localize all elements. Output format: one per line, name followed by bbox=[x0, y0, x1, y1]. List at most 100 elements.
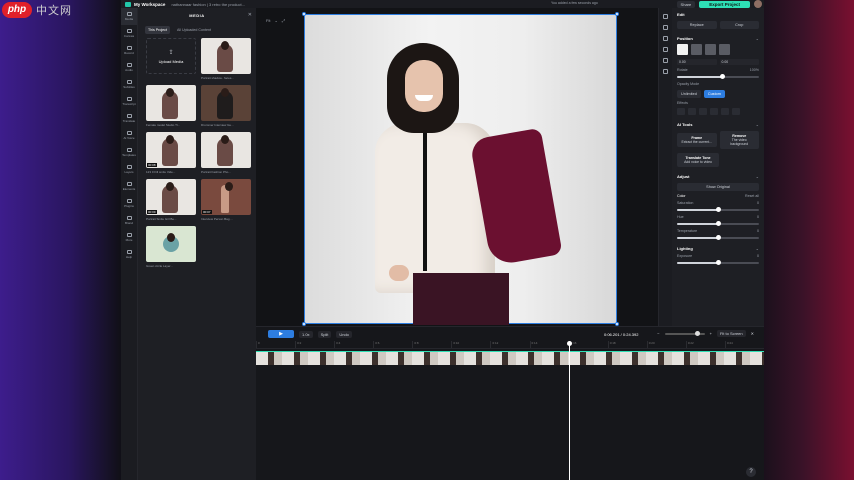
media-item[interactable]: Green circle Layer... bbox=[146, 226, 196, 270]
x-position-field[interactable]: 0.00 bbox=[677, 59, 717, 65]
upload-media-tile[interactable]: ⇪ Upload Media bbox=[146, 38, 196, 82]
rail-item-transcript[interactable]: Transcript bbox=[121, 93, 137, 110]
video-track[interactable] bbox=[256, 351, 764, 365]
rail-item-translate[interactable]: Translate bbox=[121, 110, 137, 127]
tab-this-project[interactable]: This Project bbox=[145, 26, 170, 34]
playhead[interactable] bbox=[567, 341, 572, 480]
media-thumbnail[interactable] bbox=[201, 38, 251, 74]
rail-item-audio[interactable]: Audio bbox=[121, 59, 137, 76]
mode-custom[interactable]: Custom bbox=[703, 90, 725, 98]
fit-to-screen-button[interactable]: Fit to Screen bbox=[716, 330, 746, 337]
media-thumbnail[interactable] bbox=[201, 132, 251, 168]
share-button[interactable]: Share bbox=[676, 0, 696, 8]
rail-item-ai-voice[interactable]: AI Voice bbox=[121, 127, 137, 144]
position-preset-full[interactable] bbox=[677, 44, 688, 55]
media-thumbnail[interactable] bbox=[201, 85, 251, 121]
rail-item-brand[interactable]: Brand bbox=[121, 212, 137, 229]
position-preset-portrait[interactable] bbox=[705, 44, 716, 55]
rotate-slider[interactable] bbox=[677, 74, 759, 79]
rail-item-label: More bbox=[125, 238, 133, 242]
video-canvas[interactable] bbox=[302, 12, 619, 326]
effect-icon[interactable] bbox=[699, 108, 707, 115]
expand-icon[interactable]: ⤢ bbox=[282, 18, 285, 23]
media-item[interactable]: Portrait shadow.. faces... bbox=[201, 38, 251, 82]
lighting-section[interactable]: Lighting ⌄ bbox=[677, 246, 759, 251]
templates-icon bbox=[126, 148, 132, 152]
export-button[interactable]: Export Project bbox=[699, 0, 750, 8]
media-item[interactable]: 00:07 Interview Person Bag ... bbox=[201, 179, 251, 223]
position-preset-tall[interactable] bbox=[719, 44, 730, 55]
audio-icon[interactable] bbox=[663, 69, 668, 74]
time-ruler[interactable]: 0 0:2 0:4 0:6 0:8 0:10 0:12 0:14 0:16 0:18 0:20 0:2… bbox=[256, 341, 764, 349]
show-original-button[interactable]: Show Original bbox=[677, 183, 759, 191]
effect-icon[interactable] bbox=[677, 108, 685, 115]
saturation-slider[interactable] bbox=[677, 207, 759, 212]
media-thumbnail[interactable]: 00:08 bbox=[146, 132, 196, 168]
play-button[interactable]: ▶ bbox=[268, 330, 294, 338]
project-name[interactable]: nathannaar fashion | 3 retro the product… bbox=[171, 2, 245, 7]
adjust-section[interactable]: Adjust ⌄ bbox=[677, 174, 759, 179]
rail-item-record[interactable]: Record bbox=[121, 42, 137, 59]
resize-handle-tl[interactable] bbox=[302, 12, 306, 16]
media-thumbnail[interactable]: 00:09 bbox=[146, 179, 196, 215]
edit-icon[interactable] bbox=[663, 14, 668, 19]
help-icon[interactable]: ? bbox=[746, 467, 756, 477]
effects-icon[interactable] bbox=[663, 25, 668, 30]
rail-item-more[interactable]: More bbox=[121, 229, 137, 246]
tab-all-uploads[interactable]: All Uploaded Content bbox=[174, 26, 214, 34]
rail-item-canvas[interactable]: Canvas bbox=[121, 25, 137, 42]
zoom-slider[interactable] bbox=[664, 330, 705, 336]
chevron-down-icon[interactable]: ⌄ bbox=[274, 18, 277, 23]
media-item[interactable]: Female model Studio Tr... bbox=[146, 85, 196, 129]
close-icon[interactable]: ✕ bbox=[751, 331, 754, 336]
media-item[interactable]: 00:08 123 0 Fill smile Vide... bbox=[146, 132, 196, 176]
record-icon bbox=[126, 46, 132, 50]
zoom-knob[interactable] bbox=[694, 330, 700, 336]
position-preset-center[interactable] bbox=[691, 44, 702, 55]
media-thumbnail[interactable] bbox=[146, 85, 196, 121]
rail-item-subtitles[interactable]: Subtitles bbox=[121, 76, 137, 93]
brand[interactable]: My Workspace nathannaar fashion | 3 retr… bbox=[125, 1, 265, 7]
mode-unlimited[interactable]: Unlimited bbox=[677, 90, 701, 98]
rail-item-layers[interactable]: Layers bbox=[121, 161, 137, 178]
rail-item-help[interactable]: Help bbox=[121, 246, 137, 263]
media-item[interactable]: Drummer Interview Gu... bbox=[201, 85, 251, 129]
speed-dropdown[interactable]: 1.0x bbox=[299, 330, 313, 338]
undo-button[interactable]: Undo bbox=[336, 330, 352, 338]
reset-button[interactable]: Reset all bbox=[745, 194, 759, 198]
tool-translate-tone[interactable]: Translate Tone Add voice to video bbox=[677, 153, 719, 167]
rail-item-templates[interactable]: Templates bbox=[121, 144, 137, 161]
rail-item-media[interactable]: Media bbox=[121, 8, 137, 25]
effect-icon[interactable] bbox=[721, 108, 729, 115]
replace-button[interactable]: Replace bbox=[677, 21, 717, 29]
workspace-name[interactable]: My Workspace bbox=[134, 2, 165, 7]
media-thumbnail[interactable] bbox=[146, 226, 196, 262]
y-position-field[interactable]: 0.00 bbox=[719, 59, 759, 65]
zoom-in-icon[interactable]: + bbox=[710, 331, 712, 336]
avatar[interactable] bbox=[754, 0, 762, 8]
exposure-slider[interactable] bbox=[677, 260, 759, 265]
effect-icon[interactable] bbox=[688, 108, 696, 115]
rail-item-plugins[interactable]: Plugins bbox=[121, 195, 137, 212]
hue-slider[interactable] bbox=[677, 221, 759, 226]
crop-button[interactable]: Crop bbox=[719, 21, 759, 29]
position-section[interactable]: Position ⌄ bbox=[677, 36, 759, 41]
zoom-out-icon[interactable]: − bbox=[657, 331, 659, 336]
fit-dropdown[interactable]: Fit bbox=[266, 18, 270, 23]
ai-tools-section[interactable]: AI Tools ⌄ bbox=[677, 122, 759, 127]
speed-icon[interactable] bbox=[663, 58, 668, 63]
tool-remove[interactable]: Remove The video background bbox=[719, 131, 759, 149]
split-button[interactable]: Split bbox=[317, 330, 332, 338]
effect-icon[interactable] bbox=[710, 108, 718, 115]
media-item[interactable]: 00:09 Portrait Smile Girl Be... bbox=[146, 179, 196, 223]
rail-item-elements[interactable]: Elements bbox=[121, 178, 137, 195]
temperature-slider[interactable] bbox=[677, 235, 759, 240]
effect-icon[interactable] bbox=[732, 108, 740, 115]
fade-icon[interactable] bbox=[663, 36, 668, 41]
close-icon[interactable]: ✕ bbox=[248, 12, 252, 18]
adjust-icon[interactable] bbox=[663, 47, 668, 52]
tool-frame[interactable]: Frame Extract the current... bbox=[677, 133, 717, 147]
resize-handle-tr[interactable] bbox=[615, 12, 619, 16]
media-item[interactable]: Portrait Fashion Pho... bbox=[201, 132, 251, 176]
media-thumbnail[interactable]: 00:07 bbox=[201, 179, 251, 215]
